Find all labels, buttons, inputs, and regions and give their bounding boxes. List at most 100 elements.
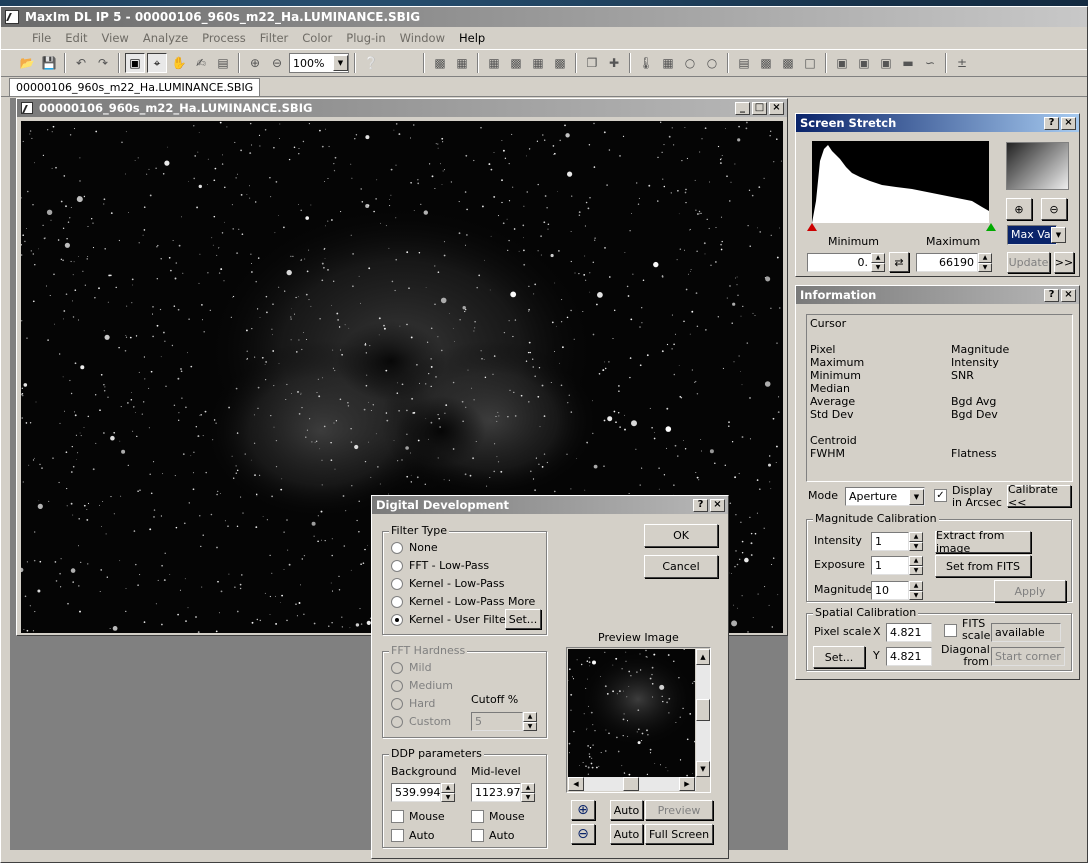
filter-fft-lowpass-radio[interactable] bbox=[391, 560, 403, 572]
scroll-thumb[interactable] bbox=[696, 699, 710, 721]
chevron-down-icon[interactable]: ▼ bbox=[333, 55, 348, 71]
scroll-left-icon[interactable]: ◀ bbox=[568, 777, 584, 791]
filter-kernel-lowpass-radio[interactable] bbox=[391, 578, 403, 590]
filter-kernel-user-radio[interactable] bbox=[391, 614, 403, 626]
set-from-fits-button[interactable]: Set from FITS bbox=[935, 555, 1031, 577]
menu-window[interactable]: Window bbox=[393, 31, 452, 45]
preview-image[interactable] bbox=[568, 649, 695, 777]
minus-icon[interactable]: ▬ bbox=[898, 53, 918, 73]
blocks-icon[interactable]: ▩ bbox=[756, 53, 776, 73]
square-icon[interactable]: □ bbox=[800, 53, 820, 73]
menu-filter[interactable]: Filter bbox=[253, 31, 295, 45]
menu-color[interactable]: Color bbox=[295, 31, 339, 45]
more-button[interactable]: >> bbox=[1054, 252, 1074, 273]
hardness-custom-radio[interactable] bbox=[391, 716, 403, 728]
close-button[interactable]: × bbox=[710, 498, 725, 512]
pixel-scale-y-input[interactable]: 4.821 bbox=[886, 647, 932, 666]
blocks2-icon[interactable]: ▩ bbox=[778, 53, 798, 73]
cutoff-spinner[interactable]: ▲ ▼ bbox=[523, 712, 537, 731]
close-button[interactable]: × bbox=[1061, 116, 1076, 130]
filter-kernel-lowpass-more-radio[interactable] bbox=[391, 596, 403, 608]
zoom-out-icon[interactable]: ⊖ bbox=[267, 53, 287, 73]
full-screen-button[interactable]: Full Screen bbox=[645, 824, 713, 844]
scroll-right-icon[interactable]: ▶ bbox=[679, 777, 695, 791]
set-scale-button[interactable]: Set... bbox=[813, 646, 865, 668]
preview-button[interactable]: Preview bbox=[645, 800, 713, 820]
maximum-spinner[interactable]: ▲ ▼ bbox=[978, 253, 992, 272]
background-auto-checkbox[interactable] bbox=[391, 829, 404, 842]
exposure-spinner[interactable]: ▲ ▼ bbox=[909, 556, 923, 575]
close-button[interactable]: × bbox=[1061, 288, 1076, 302]
menu-plugin[interactable]: Plug-in bbox=[339, 31, 392, 45]
bar-chart-icon[interactable]: ▤ bbox=[734, 53, 754, 73]
background-mouse-checkbox[interactable] bbox=[391, 810, 404, 823]
properties-icon[interactable]: ▤ bbox=[213, 53, 233, 73]
pan-icon[interactable]: ✋ bbox=[169, 53, 189, 73]
maximum-input[interactable]: 66190 bbox=[916, 253, 978, 272]
midlevel-mouse-checkbox[interactable] bbox=[471, 810, 484, 823]
auto-fullscreen-toggle[interactable]: Auto bbox=[610, 824, 643, 844]
app-titlebar[interactable]: MaxIm DL IP 5 - 00000106_960s_m22_Ha.LUM… bbox=[1, 7, 1087, 27]
context-help-icon[interactable]: ❔ bbox=[361, 53, 381, 73]
redo-icon[interactable]: ↷ bbox=[93, 53, 113, 73]
minimum-marker-icon[interactable] bbox=[807, 223, 817, 231]
cancel-button[interactable]: Cancel bbox=[644, 555, 718, 578]
ruler-icon[interactable]: ▦ bbox=[452, 53, 472, 73]
scroll-up-icon[interactable]: ▲ bbox=[696, 649, 710, 665]
histogram-icon[interactable]: ▩ bbox=[430, 53, 450, 73]
information-titlebar[interactable]: Information ? × bbox=[796, 286, 1079, 304]
magnitude-input[interactable]: 10 bbox=[871, 581, 909, 600]
open-icon[interactable]: 📂 bbox=[17, 53, 37, 73]
minimum-spinner[interactable]: ▲ ▼ bbox=[871, 253, 885, 272]
hand-icon[interactable]: ✍ bbox=[191, 53, 211, 73]
minimize-button[interactable]: _ bbox=[735, 101, 750, 115]
filter-grid-icon[interactable]: ▦ bbox=[658, 53, 678, 73]
stack-icon[interactable]: ▩ bbox=[506, 53, 526, 73]
dialog-titlebar[interactable]: Digital Development ? × bbox=[372, 496, 728, 514]
curve-icon[interactable]: ∽ bbox=[920, 53, 940, 73]
tab-document[interactable]: 00000106_960s_m22_Ha.LUMINANCE.SBIG bbox=[9, 78, 261, 96]
histogram-display[interactable] bbox=[812, 141, 989, 223]
crosshair-plus-icon[interactable]: ✚ bbox=[604, 53, 624, 73]
swap-button[interactable]: ⇄ bbox=[889, 252, 909, 272]
preview-horizontal-scrollbar[interactable]: ◀ ▶ bbox=[568, 777, 696, 791]
display-arcsec-checkbox[interactable]: ✓ bbox=[934, 489, 947, 502]
thermometer-icon[interactable]: 🌡 bbox=[636, 53, 656, 73]
preview-zoom-out-button[interactable]: ⊖ bbox=[571, 824, 595, 844]
menu-view[interactable]: View bbox=[95, 31, 136, 45]
image-window-titlebar[interactable]: 00000106_960s_m22_Ha.LUMINANCE.SBIG _ □ … bbox=[17, 99, 787, 117]
intensity-spinner[interactable]: ▲ ▼ bbox=[909, 532, 923, 551]
scroll-thumb[interactable] bbox=[623, 777, 639, 791]
extract-from-image-button[interactable]: Extract from image bbox=[935, 529, 1031, 555]
close-button[interactable]: × bbox=[769, 101, 784, 115]
cutoff-input[interactable]: 5 bbox=[471, 712, 523, 731]
preview-vertical-scrollbar[interactable]: ▲ ▼ bbox=[696, 649, 710, 777]
plus-minus-icon[interactable]: ± bbox=[952, 53, 972, 73]
midlevel-spinner[interactable]: ▲ ▼ bbox=[521, 783, 535, 802]
minimum-input[interactable]: 0. bbox=[807, 253, 872, 272]
stretch-zoom-in-button[interactable]: ⊕ bbox=[1006, 198, 1032, 220]
apply-button[interactable]: Apply bbox=[994, 580, 1066, 602]
hardness-medium-radio[interactable] bbox=[391, 680, 403, 692]
exposure-input[interactable]: 1 bbox=[871, 556, 909, 575]
hardness-mild-radio[interactable] bbox=[391, 662, 403, 674]
menu-process[interactable]: Process bbox=[195, 31, 253, 45]
zoom-in-icon[interactable]: ⊕ bbox=[245, 53, 265, 73]
hardness-hard-radio[interactable] bbox=[391, 698, 403, 710]
undo-icon[interactable]: ↶ bbox=[71, 53, 91, 73]
window-icon[interactable]: ▣ bbox=[832, 53, 852, 73]
diagonal-from-select[interactable]: Start corner bbox=[991, 647, 1065, 666]
stretch-zoom-out-button[interactable]: ⊖ bbox=[1041, 198, 1067, 220]
midlevel-auto-checkbox[interactable] bbox=[471, 829, 484, 842]
midlevel-input[interactable]: 1123.97 bbox=[471, 783, 521, 802]
chevron-down-icon[interactable]: ▼ bbox=[1051, 227, 1066, 243]
help-button[interactable]: ? bbox=[693, 498, 708, 512]
combine-icon[interactable]: ▩ bbox=[550, 53, 570, 73]
set-filter-button[interactable]: Set... bbox=[505, 609, 541, 629]
image-view-icon[interactable]: ▣ bbox=[125, 53, 145, 73]
ok-button[interactable]: OK bbox=[644, 524, 718, 547]
maximize-button[interactable]: □ bbox=[752, 101, 767, 115]
menu-analyze[interactable]: Analyze bbox=[136, 31, 195, 45]
filter-circle2-icon[interactable]: ○ bbox=[702, 53, 722, 73]
chevron-down-icon[interactable]: ▼ bbox=[909, 489, 924, 505]
